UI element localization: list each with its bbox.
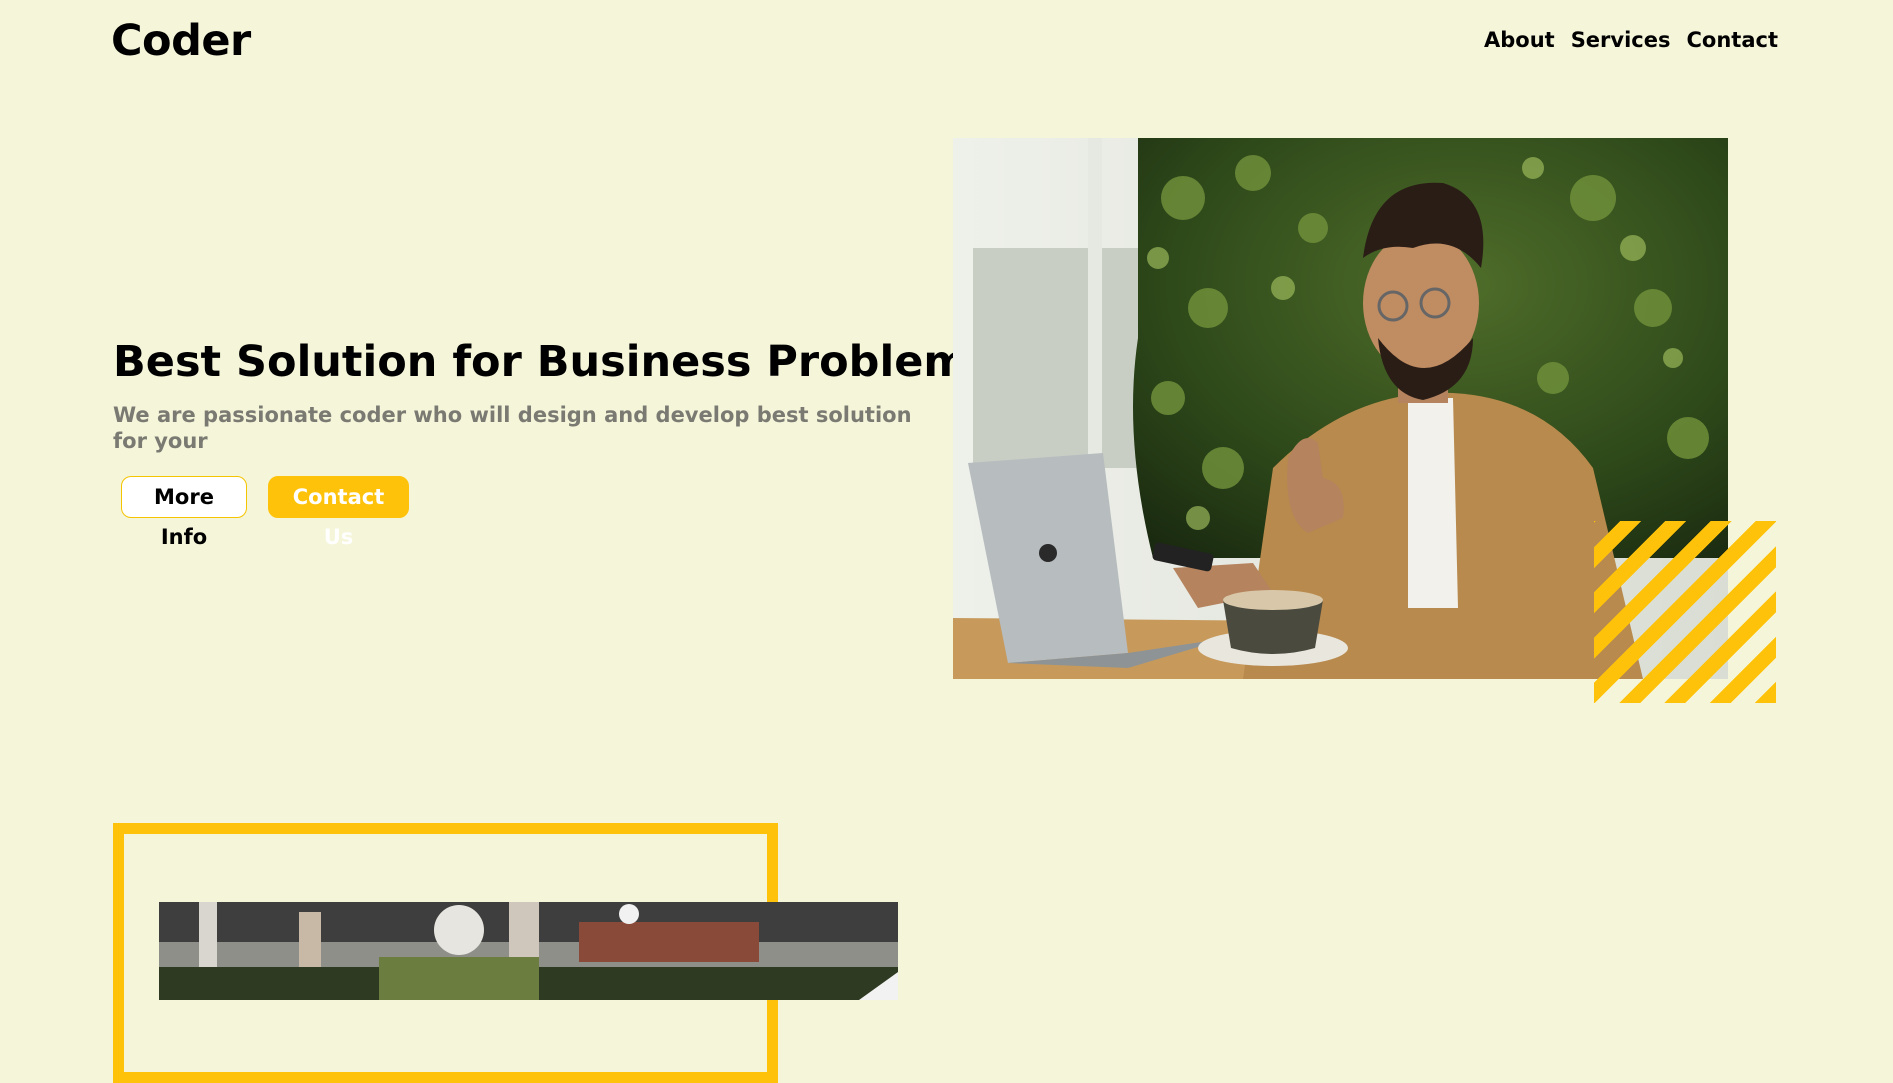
site-logo[interactable]: Coder: [111, 14, 251, 68]
nav-link-about[interactable]: About: [1484, 24, 1555, 56]
main-nav: About Services Contact: [1484, 24, 1778, 56]
hero-subtitle: We are passionate coder who will design …: [113, 403, 912, 453]
more-info-button[interactable]: More Info: [121, 476, 247, 549]
nav-link-services[interactable]: Services: [1571, 24, 1671, 56]
section-image: [159, 902, 898, 1000]
contact-us-button[interactable]: Contact Us: [268, 476, 409, 549]
nav-link-contact[interactable]: Contact: [1687, 24, 1779, 56]
hero-title: Best Solution for Business Problem: [113, 337, 969, 387]
stripes-decoration: [1594, 521, 1776, 703]
